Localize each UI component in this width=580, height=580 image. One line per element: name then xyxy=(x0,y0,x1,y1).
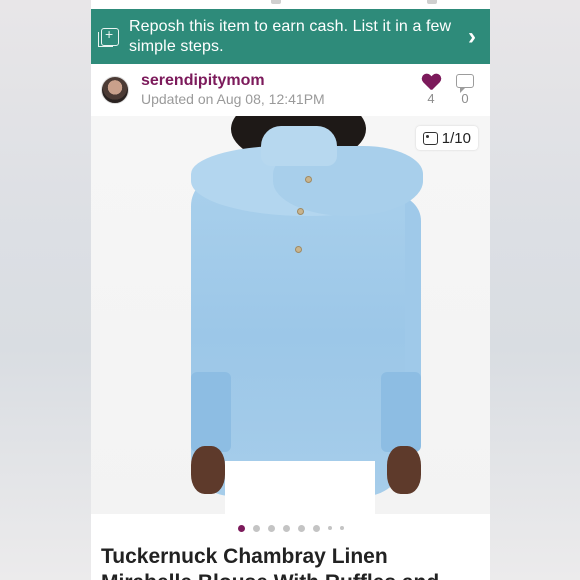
carousel-dot[interactable] xyxy=(237,524,245,532)
reposh-banner-text: Reposh this item to earn cash. List it i… xyxy=(129,17,452,55)
like-button[interactable]: 4 xyxy=(416,74,446,106)
seller-name[interactable]: serendipitymom xyxy=(141,72,412,90)
photo-counter: 1/10 xyxy=(415,126,478,150)
listing-photo[interactable]: 1/10 xyxy=(91,116,490,514)
comment-button[interactable]: 0 xyxy=(450,74,480,106)
chevron-right-icon[interactable]: › xyxy=(468,23,476,51)
background-blur-right xyxy=(490,0,580,580)
blouse-right-cuff xyxy=(381,372,421,452)
seller-info: serendipitymom Updated on Aug 08, 12:41P… xyxy=(141,72,412,108)
status-bar xyxy=(91,0,490,8)
listing-title: Tuckernuck Chambray Linen Mirabelle Blou… xyxy=(101,545,439,580)
reposh-banner[interactable]: + Reposh this item to earn cash. List it… xyxy=(91,9,490,64)
image-icon xyxy=(422,131,438,145)
carousel-dot[interactable] xyxy=(297,524,305,532)
carousel-dot[interactable] xyxy=(339,526,344,530)
avatar[interactable] xyxy=(101,76,129,104)
blouse-button xyxy=(305,176,312,183)
carousel-dot[interactable] xyxy=(267,524,275,532)
updated-timestamp: Updated on Aug 08, 12:41PM xyxy=(141,91,325,107)
model-right-hand xyxy=(387,446,421,494)
carousel-dot[interactable] xyxy=(327,526,332,530)
seller-row: serendipitymom Updated on Aug 08, 12:41P… xyxy=(91,64,490,116)
blouse-button xyxy=(297,208,304,215)
repost-icon: + xyxy=(98,26,119,47)
heart-icon xyxy=(422,74,440,90)
carousel-dot[interactable] xyxy=(282,524,290,532)
carousel-dots[interactable] xyxy=(91,523,490,533)
carousel-dot[interactable] xyxy=(312,524,320,532)
blouse-button xyxy=(295,246,302,253)
status-indicator xyxy=(427,0,437,4)
model-pants xyxy=(225,461,375,514)
blouse-left-cuff xyxy=(191,372,231,452)
background-blur-left xyxy=(0,0,91,580)
photo-counter-text: 1/10 xyxy=(441,129,471,147)
comment-icon xyxy=(456,74,474,93)
app-screen: + Reposh this item to earn cash. List it… xyxy=(91,0,490,580)
blouse-collar xyxy=(261,126,337,166)
like-count: 4 xyxy=(427,91,435,106)
comment-count: 0 xyxy=(461,91,469,106)
status-indicator xyxy=(271,0,281,4)
model-left-hand xyxy=(191,446,225,494)
carousel-dot[interactable] xyxy=(252,524,260,532)
